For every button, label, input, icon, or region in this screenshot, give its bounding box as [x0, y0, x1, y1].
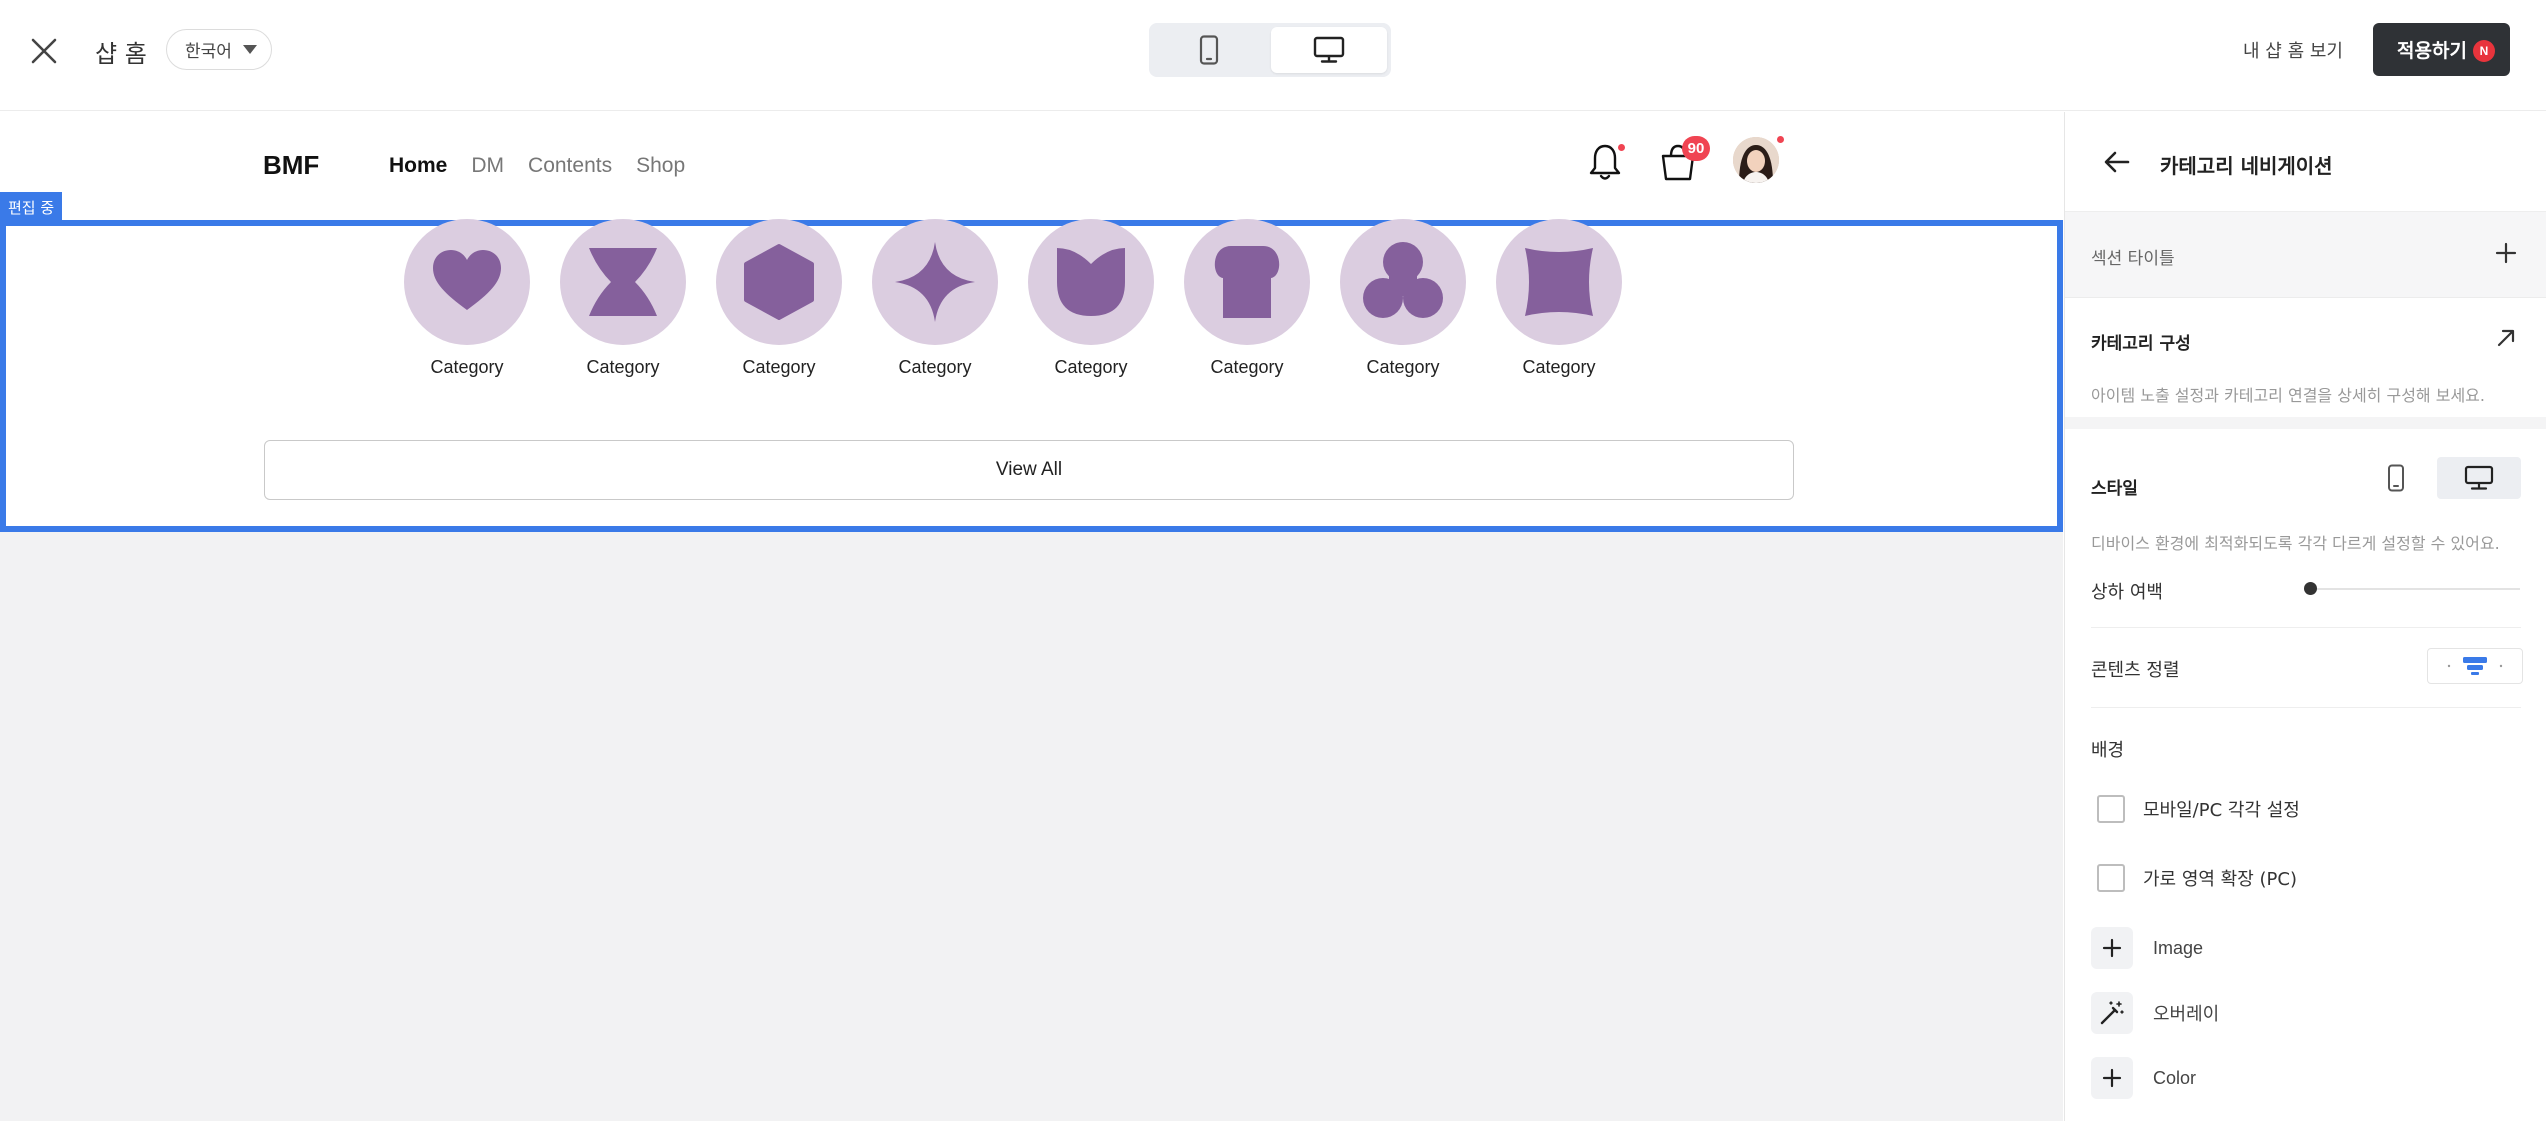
apply-button[interactable]: 적용하기 N [2373, 23, 2510, 76]
align-center-icon [2447, 657, 2503, 675]
category-compose-desc: 아이템 노출 설정과 카테고리 연결을 상세히 구성해 보세요. [2091, 386, 2485, 405]
category-item[interactable]: Category [404, 219, 530, 378]
caret-down-icon [243, 45, 257, 54]
category-label: Category [898, 357, 972, 377]
editor-canvas: BMF Home DM Contents Shop 90 편집 중 Catego… [0, 112, 2063, 1121]
expand-width-checkbox[interactable] [2097, 864, 2125, 892]
add-color-row[interactable]: Color [2091, 1057, 2196, 1099]
view-all-button[interactable]: View All [264, 440, 1794, 500]
background-label: 배경 [2091, 740, 2125, 761]
brand-logo[interactable]: BMF [263, 150, 319, 181]
category-label: Category [1366, 357, 1440, 377]
plus-icon[interactable] [2495, 242, 2517, 264]
separate-setting-checkbox[interactable] [2097, 795, 2125, 823]
mobile-view-button[interactable] [1153, 27, 1265, 73]
plus-icon[interactable] [2091, 1057, 2133, 1099]
divider [2091, 627, 2521, 628]
expand-width-label: 가로 영역 확장 (PC) [2143, 869, 2297, 890]
style-label: 스타일 [2091, 479, 2138, 499]
panel-header: 카테고리 네비게이션 [2065, 112, 2546, 212]
content-align-label: 콘텐츠 정렬 [2091, 660, 2180, 681]
apply-label: 적용하기 [2397, 40, 2467, 62]
magic-wand-icon[interactable] [2091, 992, 2133, 1034]
hexagon-icon [716, 219, 842, 345]
category-item[interactable]: Category [872, 219, 998, 378]
avatar-status-dot [1777, 136, 1784, 143]
category-label: Category [586, 357, 660, 377]
back-arrow-icon[interactable] [2103, 148, 2131, 176]
category-item[interactable]: Category [560, 219, 686, 378]
preview-nav: Home DM Contents Shop [389, 154, 685, 178]
separate-setting-label: 모바일/PC 각각 설정 [2143, 800, 2300, 821]
category-list: Category Category Category Category Cate… [404, 219, 1622, 378]
style-mobile-button[interactable] [2363, 457, 2429, 499]
editing-tag: 편집 중 [0, 192, 63, 222]
category-label: Category [430, 357, 504, 377]
new-badge: N [2473, 40, 2495, 62]
nav-item-contents[interactable]: Contents [528, 154, 612, 178]
preview-header: BMF Home DM Contents Shop 90 [0, 112, 2063, 220]
style-device-toggle [2363, 457, 2523, 499]
panel-title: 카테고리 네비게이션 [2160, 154, 2333, 178]
mobile-icon [2388, 464, 2404, 492]
category-label: Category [1054, 357, 1128, 377]
heart-icon [404, 219, 530, 345]
overlay-label: 오버레이 [2153, 1004, 2220, 1025]
section-title-row[interactable]: 섹션 타이틀 [2065, 212, 2546, 298]
view-my-shop-link[interactable]: 내 샵 홈 보기 [2243, 37, 2343, 63]
nav-item-dm[interactable]: DM [471, 154, 504, 178]
add-image-label: Image [2153, 937, 2204, 958]
add-image-row[interactable]: Image [2091, 927, 2203, 969]
category-item[interactable]: Category [1340, 219, 1466, 378]
squircle-icon [1496, 219, 1622, 345]
mobile-icon [1199, 35, 1219, 65]
hourglass-icon [560, 219, 686, 345]
plus-icon[interactable] [2091, 927, 2133, 969]
bell-icon[interactable] [1587, 142, 1625, 182]
category-item[interactable]: Category [1496, 219, 1622, 378]
overlay-row[interactable]: 오버레이 [2091, 992, 2219, 1034]
top-bar: 샵 홈 한국어 내 샵 홈 보기 적용하기 N [0, 0, 2546, 111]
settings-panel: 카테고리 네비게이션 섹션 타이틀 카테고리 구성 아이템 노출 설정과 카테고… [2064, 112, 2546, 1121]
category-compose-label: 카테고리 구성 [2091, 334, 2191, 354]
expand-width-checkbox-row[interactable]: 가로 영역 확장 (PC) [2097, 864, 2297, 892]
tulip-icon [1028, 219, 1154, 345]
device-toggle [1149, 23, 1391, 77]
language-value: 한국어 [185, 42, 232, 62]
slider-handle[interactable] [2304, 582, 2317, 595]
external-link-icon[interactable] [2495, 327, 2517, 349]
add-color-label: Color [2153, 1067, 2197, 1088]
desktop-icon [2464, 465, 2494, 490]
category-item[interactable]: Category [1028, 219, 1154, 378]
content-align-control[interactable] [2427, 648, 2523, 684]
nav-item-shop[interactable]: Shop [636, 154, 685, 178]
category-label: Category [1210, 357, 1284, 377]
avatar[interactable] [1733, 137, 1779, 183]
style-desc: 디바이스 환경에 최적화되도록 각각 다르게 설정할 수 있어요. [2091, 534, 2500, 553]
vertical-spacing-slider[interactable] [2310, 588, 2520, 590]
desktop-icon [1313, 36, 1345, 63]
four-point-star-icon [872, 219, 998, 345]
category-label: Category [742, 357, 816, 377]
close-icon[interactable] [28, 35, 60, 67]
category-item[interactable]: Category [716, 219, 842, 378]
style-desktop-button[interactable] [2437, 457, 2521, 499]
category-compose-row[interactable]: 카테고리 구성 아이템 노출 설정과 카테고리 연결을 상세히 구성해 보세요. [2065, 299, 2546, 429]
vertical-spacing-label: 상하 여백 [2091, 582, 2163, 603]
desktop-view-button[interactable] [1271, 27, 1387, 73]
category-label: Category [1522, 357, 1596, 377]
shop-home-title: 샵 홈 [95, 40, 147, 68]
cart-icon[interactable]: 90 [1659, 136, 1710, 182]
separate-setting-checkbox-row[interactable]: 모바일/PC 각각 설정 [2097, 795, 2300, 823]
category-navigation-section[interactable]: Category Category Category Category Cate… [0, 219, 2063, 532]
divider [2091, 707, 2521, 708]
category-item[interactable]: Category [1184, 219, 1310, 378]
cart-count-badge: 90 [1682, 136, 1710, 161]
section-title-label: 섹션 타이틀 [2091, 249, 2175, 269]
clover-icon [1340, 219, 1466, 345]
nav-item-home[interactable]: Home [389, 154, 447, 178]
bread-icon [1184, 219, 1310, 345]
language-select[interactable]: 한국어 [166, 29, 272, 70]
notification-dot [1618, 144, 1625, 151]
